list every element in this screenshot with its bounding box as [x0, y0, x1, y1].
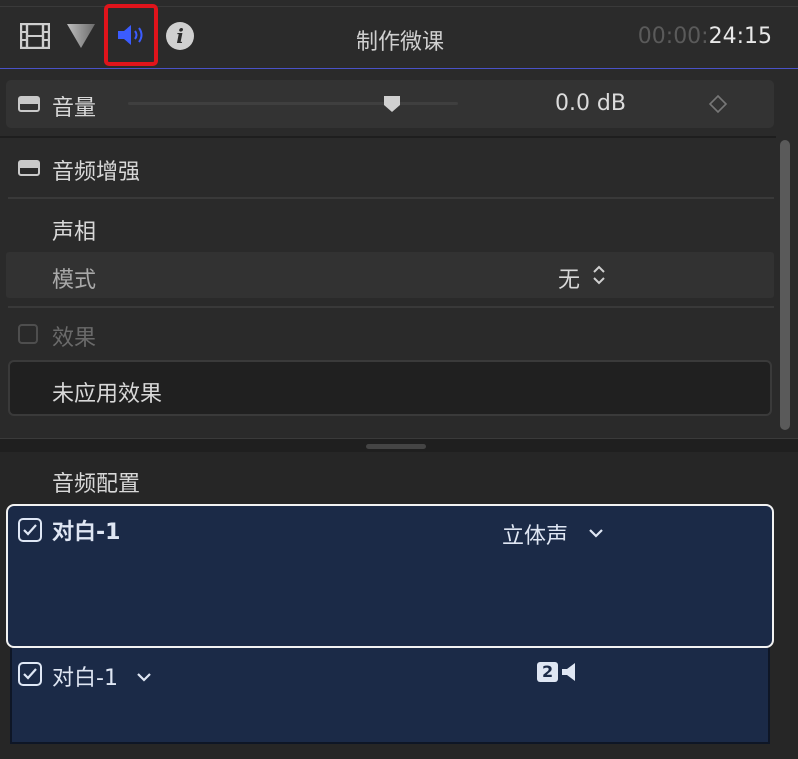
pan-divider — [8, 306, 774, 308]
pan-mode-label: 模式 — [52, 268, 97, 293]
pan-title: 声相 — [52, 220, 97, 245]
role-channel-mode[interactable]: 立体声 — [502, 518, 568, 550]
chevron-up-down-icon[interactable] — [592, 264, 606, 290]
keyframe-diamond-icon[interactable] — [708, 94, 728, 114]
speaker-icon — [562, 663, 576, 681]
volume-slider-knob[interactable] — [382, 94, 402, 114]
clip-title: 制作微课 — [355, 30, 444, 55]
inspector-scrollbar[interactable] — [780, 140, 790, 430]
channel-count-badge: 2 — [537, 662, 577, 682]
info-icon-glyph: i — [166, 22, 194, 50]
inspector-header: i 制作微课 00:00:24:15 — [0, 0, 798, 69]
chevron-down-icon[interactable] — [136, 668, 152, 687]
info-icon[interactable]: i — [164, 20, 196, 52]
role-name: 对白-1 — [52, 520, 121, 545]
sub-role-card[interactable]: 对白-1 2 — [10, 648, 770, 744]
panel-split-handle[interactable] — [0, 438, 798, 453]
volume-slider-track[interactable] — [128, 102, 458, 105]
timecode-lit: 24:15 — [708, 24, 772, 49]
volume-row: 音量 0.0 dB — [6, 80, 774, 128]
section-toggle-icon[interactable] — [18, 96, 40, 112]
timecode: 00:00:24:15 — [610, 24, 772, 49]
channel-count: 2 — [537, 662, 559, 682]
effects-list: 未应用效果 — [8, 360, 772, 416]
film-icon[interactable] — [16, 20, 54, 52]
audio-enhancements-title[interactable]: 音频增强 — [52, 154, 140, 186]
checkmark-icon — [23, 524, 37, 536]
timecode-dim: 00:00: — [637, 24, 709, 49]
audio-inspector-tab-highlight[interactable] — [104, 4, 158, 66]
sub-role-name: 对白-1 — [52, 666, 118, 691]
effects-title: 效果 — [52, 326, 97, 351]
volume-value[interactable]: 0.0 dB — [526, 91, 626, 116]
chevron-down-icon[interactable] — [588, 524, 604, 543]
no-effects-text: 未应用效果 — [52, 382, 163, 407]
audio-speaker-icon[interactable] — [116, 22, 146, 52]
role-checkbox[interactable] — [18, 518, 42, 542]
enhancements-divider — [8, 197, 774, 199]
effects-checkbox[interactable] — [18, 324, 38, 344]
section-toggle-icon[interactable] — [18, 160, 40, 176]
filter-icon[interactable] — [63, 20, 99, 52]
audio-configuration-title: 音频配置 — [52, 472, 141, 497]
pan-mode-value[interactable]: 无 — [558, 262, 580, 294]
checkmark-icon — [23, 668, 37, 680]
pan-mode-row[interactable]: 模式 无 — [6, 252, 774, 298]
sub-role-checkbox[interactable] — [18, 662, 42, 686]
role-card[interactable]: 对白-1 立体声 — [6, 504, 774, 648]
volume-label: 音量 — [52, 96, 97, 121]
split-grip[interactable] — [366, 444, 426, 449]
volume-divider — [0, 136, 776, 138]
